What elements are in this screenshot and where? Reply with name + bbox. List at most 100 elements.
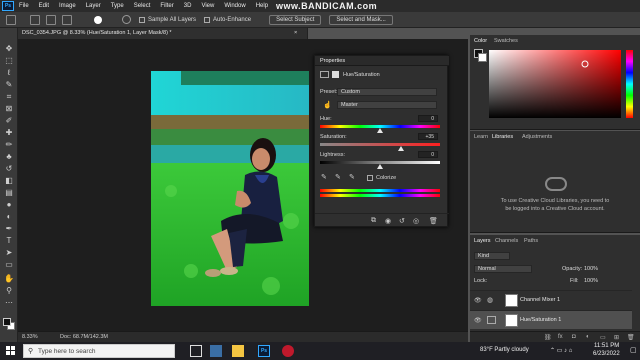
delete-adjustment-icon[interactable]: 🗑 [429,217,438,225]
menu-layer[interactable]: Layer [81,3,106,9]
marquee-tool-icon[interactable]: ⬚ [4,56,14,65]
photoshop-taskbar-icon[interactable]: Ps [258,345,270,357]
tab-paths[interactable]: Paths [524,238,538,244]
tab-swatches[interactable]: Swatches [494,38,518,44]
menu-edit[interactable]: Edit [34,3,54,9]
taskbar-search-box[interactable]: ⚲ Type here to search [23,344,175,358]
edit-toolbar-icon[interactable]: ⋯ [4,298,14,307]
photoshop-logo-icon[interactable]: Ps [2,1,14,11]
layer-mask-icon[interactable] [332,71,339,78]
properties-panel-header[interactable]: Properties [315,56,449,66]
background-swatch[interactable] [478,53,487,62]
task-view-icon[interactable] [190,345,202,357]
hue-slider-thumb[interactable] [377,128,383,133]
subtract-selection-icon[interactable] [62,14,72,25]
layer-mask-thumbnail[interactable] [505,294,518,307]
document-image[interactable] [151,71,309,306]
dodge-tool-icon[interactable]: ◐ [4,212,14,221]
crop-tool-icon[interactable]: ⌗ [4,92,14,101]
new-selection-icon[interactable] [30,14,40,25]
quick-selection-tool-icon[interactable]: ✎ [4,80,14,89]
tab-adjustments[interactable]: Adjustments [522,134,552,140]
blend-mode-dropdown[interactable]: Normal [474,265,532,273]
lightness-value[interactable]: 0 [418,151,438,158]
saturation-value[interactable]: +35 [418,133,438,140]
fill-value[interactable]: 100% [584,278,598,284]
move-tool-icon[interactable]: ✥ [4,44,14,53]
select-subject-button[interactable]: Select Subject [269,14,322,25]
brush-angle-icon[interactable] [122,15,131,24]
document-tab[interactable]: DSC_0354.JPG @ 8.33% (Hue/Saturation 1, … [18,28,308,39]
new-layer-icon[interactable]: ⊞ [614,334,619,341]
brush-tool-icon[interactable]: ✏ [4,140,14,149]
eyedropper-plus-icon[interactable]: ✎ [335,173,341,181]
edge-browser-icon[interactable] [210,345,222,357]
channel-dropdown[interactable]: Master [337,101,437,109]
layer-row-hue-saturation[interactable]: 👁 Hue/Saturation 1 [470,310,632,329]
visibility-icon[interactable]: ◎ [413,217,419,225]
path-selection-icon[interactable]: ➤ [4,248,14,257]
tab-layers[interactable]: Layers [474,238,491,244]
quick-selection-tool-icon[interactable] [6,14,16,25]
eyedropper-tool-icon[interactable]: ✐ [4,116,14,125]
frame-tool-icon[interactable]: ⊠ [4,104,14,113]
auto-enhance-checkbox[interactable] [204,16,211,23]
history-brush-icon[interactable]: ↺ [4,164,14,173]
saturation-slider-thumb[interactable] [398,146,404,151]
menu-3d[interactable]: 3D [179,3,197,9]
hue-strip[interactable] [626,50,633,118]
view-previous-icon[interactable]: ◉ [385,217,391,225]
eyedropper-icon[interactable]: ✎ [321,173,327,181]
foreground-color-swatch[interactable] [3,318,11,326]
layer-style-icon[interactable]: fx [558,334,563,340]
opacity-value[interactable]: 100% [584,266,598,272]
tab-channels[interactable]: Channels [495,238,518,244]
lightness-slider-thumb[interactable] [377,164,383,169]
tab-color[interactable]: Color [474,38,487,44]
clock-date[interactable]: 6/23/2022 [593,351,620,357]
pen-tool-icon[interactable]: ✒ [4,224,14,233]
brush-size-icon[interactable] [94,15,102,24]
menu-view[interactable]: View [196,3,219,9]
hue-value[interactable]: 0 [418,115,438,122]
gradient-tool-icon[interactable]: ▤ [4,188,14,197]
hand-tool-icon[interactable]: ✋ [4,274,14,283]
menu-type[interactable]: Type [106,3,129,9]
healing-brush-icon[interactable]: ✚ [4,128,14,137]
layer-row-channel-mixer[interactable]: 👁 ◍ Channel Mixer 1 [470,290,632,309]
zoom-tool-icon[interactable]: ⚲ [4,286,14,295]
system-tray-icons[interactable]: ⌃ ▭ ♪ ⌂ [550,347,572,354]
visibility-eye-icon[interactable]: 👁 [474,317,482,324]
tab-libraries[interactable]: Libraries [492,134,513,140]
layer-mask-thumbnail[interactable] [505,314,518,327]
eraser-tool-icon[interactable]: ◧ [4,176,14,185]
visibility-eye-icon[interactable]: 👁 [474,297,482,304]
notification-icon[interactable]: ▢ [630,346,637,354]
menu-image[interactable]: Image [54,3,81,9]
colorize-checkbox[interactable] [367,175,373,181]
clip-to-layer-icon[interactable]: ⧉ [371,217,376,225]
blur-tool-icon[interactable]: ● [4,200,14,209]
add-mask-icon[interactable]: ◘ [572,334,576,340]
new-group-icon[interactable]: ▭ [600,334,606,341]
weather-widget[interactable]: 83°F Partly cloudy [480,347,529,353]
eyedropper-minus-icon[interactable]: ✎ [349,173,355,181]
new-adjustment-icon[interactable]: ◐ [586,334,590,340]
reset-icon[interactable]: ↺ [399,217,405,225]
saturation-slider-track[interactable] [320,143,440,146]
file-explorer-icon[interactable] [232,345,244,357]
menu-help[interactable]: Help [251,3,273,9]
bandicam-taskbar-icon[interactable] [282,345,294,357]
rectangle-tool-icon[interactable]: ▭ [4,260,14,269]
preset-dropdown[interactable]: Custom [337,88,437,96]
link-layers-icon[interactable]: ⛓ [544,334,552,341]
layer-filter-dropdown[interactable]: Kind [474,252,510,260]
tab-learn[interactable]: Learn [474,134,488,140]
zoom-level[interactable]: 8.33% [22,334,38,340]
clock-time[interactable]: 11:51 PM [594,343,619,349]
menu-window[interactable]: Window [219,3,250,9]
menu-filter[interactable]: Filter [155,3,178,9]
windows-start-icon[interactable] [6,346,16,356]
sample-all-layers-checkbox[interactable] [139,16,145,23]
clone-stamp-icon[interactable]: ♣ [4,152,14,161]
